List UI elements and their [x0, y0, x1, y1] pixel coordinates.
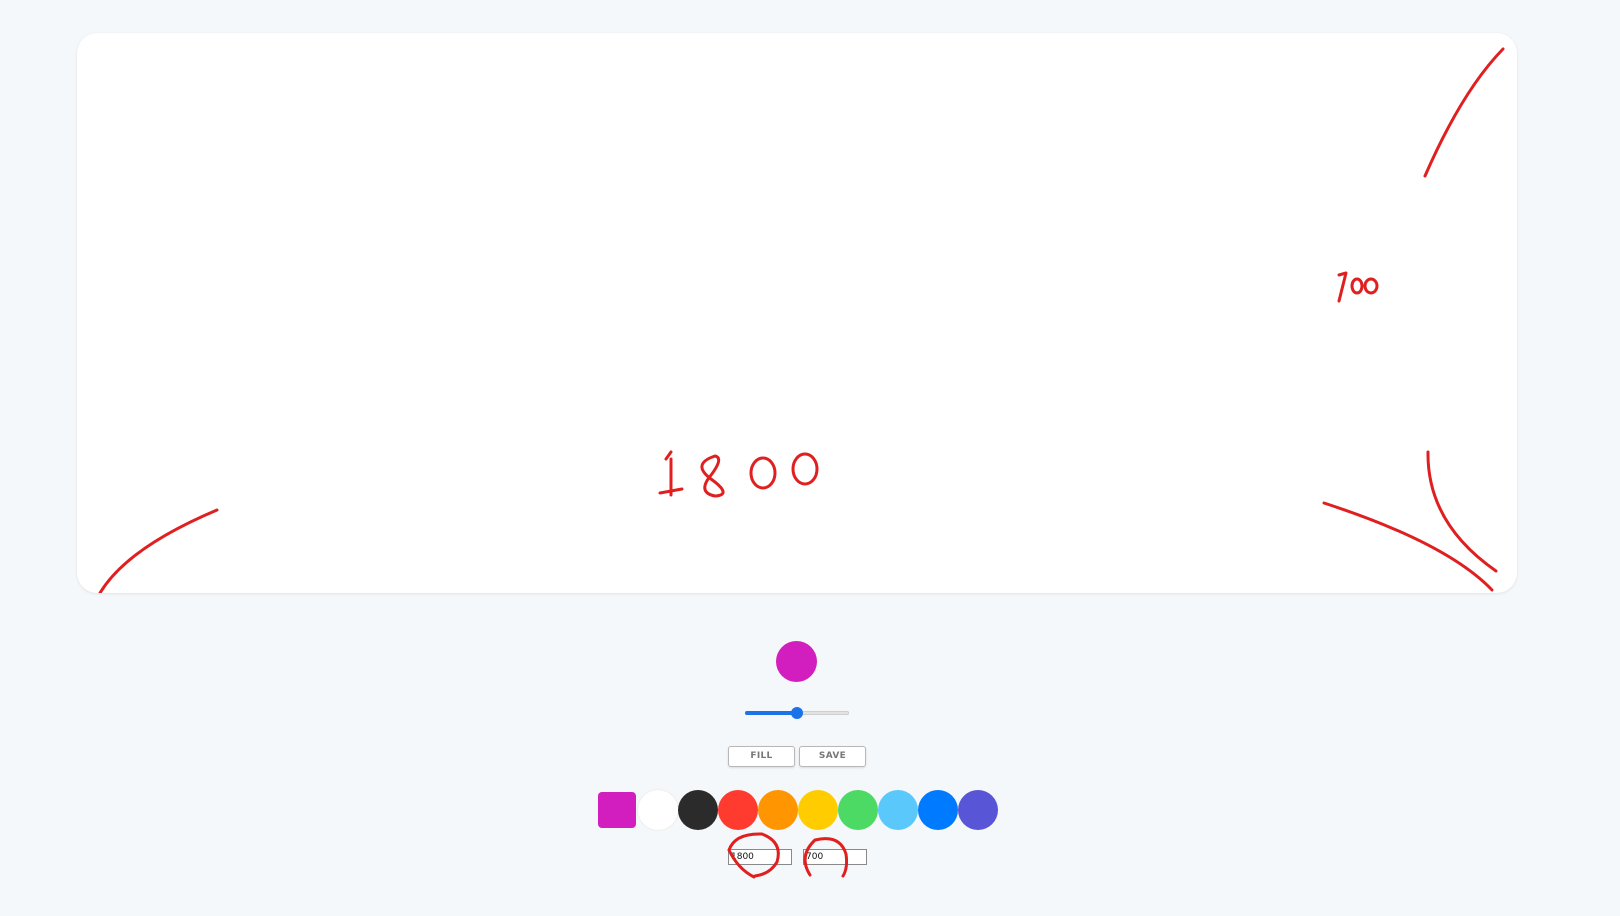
drawing-canvas[interactable]: [77, 33, 1517, 593]
color-swatch-yellow[interactable]: [798, 790, 838, 830]
brush-size-slider[interactable]: [745, 705, 849, 721]
fill-button[interactable]: FILL: [728, 746, 795, 767]
current-color-indicator: [776, 641, 817, 682]
canvas-height-input[interactable]: [803, 849, 867, 865]
color-swatch-indigo[interactable]: [958, 790, 998, 830]
color-swatch-blue[interactable]: [918, 790, 958, 830]
color-swatch-red[interactable]: [718, 790, 758, 830]
slider-fill: [745, 711, 797, 715]
stroke-top-right-arc: [1423, 47, 1505, 178]
stroke-bottom-left-arc: [98, 508, 219, 593]
color-swatch-orange[interactable]: [758, 790, 798, 830]
color-swatch-white[interactable]: [638, 790, 678, 830]
color-swatch-green[interactable]: [838, 790, 878, 830]
slider-thumb[interactable]: [791, 707, 803, 719]
color-swatch-light-blue[interactable]: [878, 790, 918, 830]
handwritten-700: [1337, 271, 1379, 303]
stroke-bottom-right-curve: [1426, 450, 1498, 573]
color-swatch-black[interactable]: [678, 790, 718, 830]
color-swatch-magenta[interactable]: [598, 792, 636, 828]
canvas-width-input[interactable]: [728, 849, 792, 865]
save-button[interactable]: SAVE: [799, 746, 866, 767]
handwritten-1800: [658, 450, 819, 498]
canvas-drawing-layer: [98, 47, 1505, 593]
